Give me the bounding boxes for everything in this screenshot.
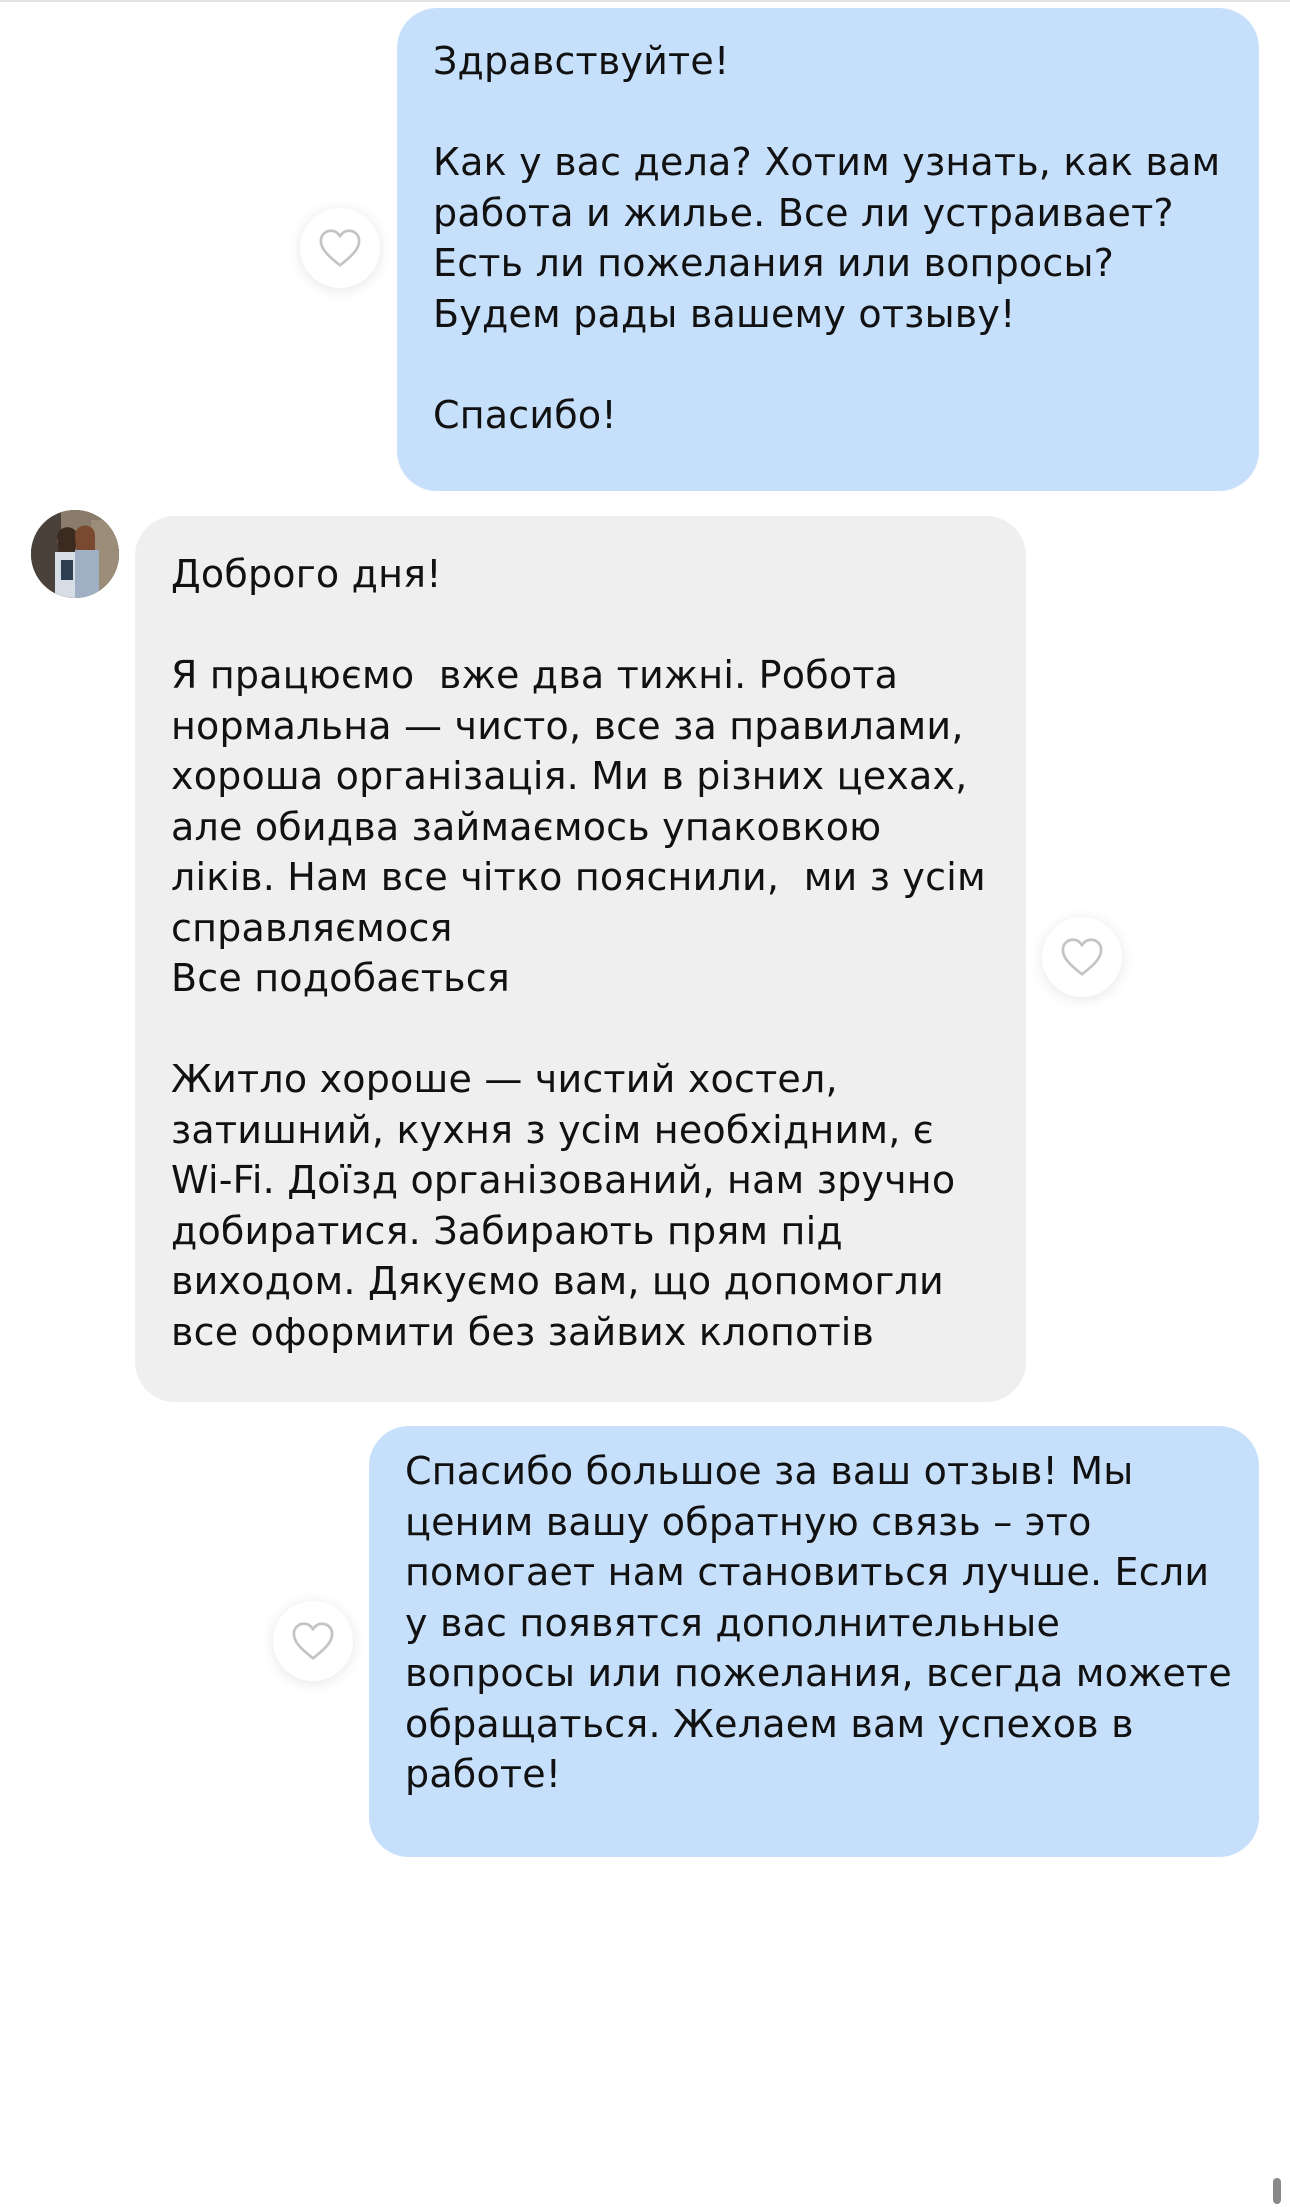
outgoing-message-bubble[interactable]: Спасибо большое за ваш отзыв! Мы ценим в… [369,1426,1259,1857]
scrollbar-thumb[interactable] [1273,2178,1281,2204]
heart-outline-icon [292,1622,334,1660]
top-divider [0,0,1290,2]
outgoing-message-bubble[interactable]: Здравствуйте! Как у вас дела? Хотим узна… [397,8,1259,491]
user-avatar-photo [31,510,119,598]
avatar[interactable] [31,510,119,598]
like-button[interactable] [300,208,380,288]
heart-outline-icon [319,229,361,267]
like-button[interactable] [273,1601,353,1681]
heart-outline-icon [1061,938,1103,976]
like-button[interactable] [1042,917,1122,997]
incoming-message-bubble[interactable]: Доброго дня! Я працюємо вже два тижні. Р… [135,516,1026,1402]
